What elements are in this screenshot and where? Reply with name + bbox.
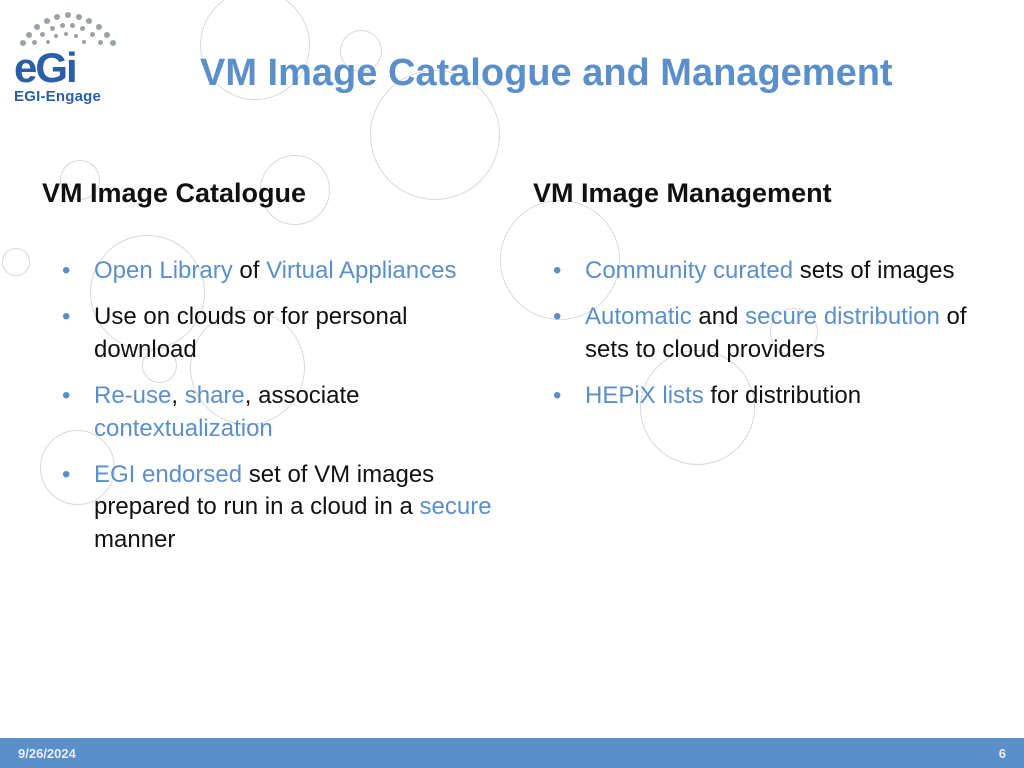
list-item: Use on clouds or for personal download bbox=[72, 301, 503, 366]
left-column: VM Image Catalogue Open Library of Virtu… bbox=[42, 178, 503, 570]
list-item: Automatic and secure distribution of set… bbox=[563, 301, 994, 366]
right-column: VM Image Management Community curated se… bbox=[533, 178, 994, 570]
footer-bar: 9/26/2024 6 bbox=[0, 738, 1024, 768]
footer-page: 6 bbox=[999, 746, 1006, 761]
list-item: Open Library of Virtual Appliances bbox=[72, 255, 503, 287]
slide-title: VM Image Catalogue and Management bbox=[200, 52, 1004, 95]
right-heading: VM Image Management bbox=[533, 178, 994, 209]
left-list: Open Library of Virtual Appliances Use o… bbox=[42, 255, 503, 556]
slide: eGi EGI-Engage VM Image Catalogue and Ma… bbox=[0, 0, 1024, 768]
list-item: Community curated sets of images bbox=[563, 255, 994, 287]
content-columns: VM Image Catalogue Open Library of Virtu… bbox=[42, 178, 994, 570]
logo-dots-icon bbox=[14, 6, 124, 50]
egi-logo: eGi EGI-Engage bbox=[14, 6, 124, 105]
left-heading: VM Image Catalogue bbox=[42, 178, 503, 209]
list-item: Re-use, share, associate contextualizati… bbox=[72, 380, 503, 445]
list-item: EGI endorsed set of VM images prepared t… bbox=[72, 459, 503, 556]
footer-date: 9/26/2024 bbox=[18, 746, 76, 761]
logo-subtitle: EGI-Engage bbox=[14, 88, 124, 105]
right-list: Community curated sets of images Automat… bbox=[533, 255, 994, 413]
logo-text: eGi bbox=[14, 44, 124, 92]
list-item: HEPiX lists for distribution bbox=[563, 380, 994, 412]
